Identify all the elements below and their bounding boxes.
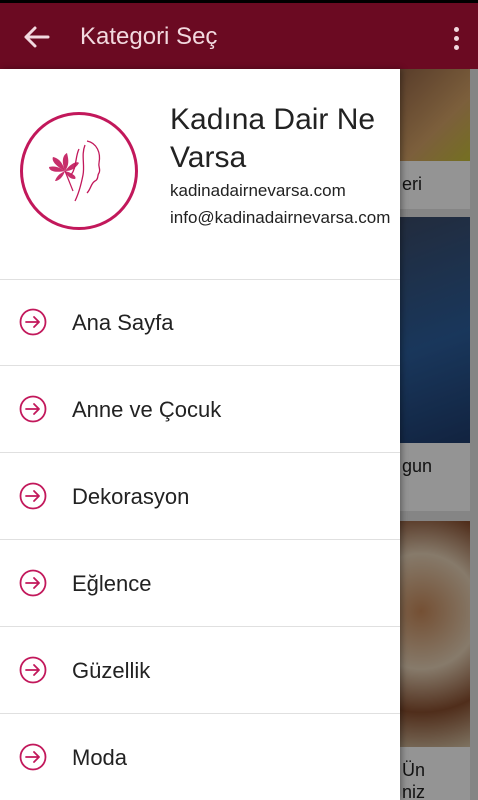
- category-menu: Ana Sayfa Anne ve Çocuk Dekorasyon Eğlen…: [0, 279, 400, 800]
- more-vert-icon[interactable]: [454, 27, 460, 51]
- menu-item-eglence[interactable]: Eğlence: [0, 540, 400, 627]
- arrow-left-icon[interactable]: [22, 25, 50, 49]
- site-name: Kadına Dair Ne Varsa: [170, 103, 376, 174]
- menu-item-label: Güzellik: [72, 658, 151, 683]
- site-email: info@kadinadairnevarsa.com: [170, 208, 391, 227]
- arrow-circle-right-icon: [19, 656, 47, 684]
- app-bar: Kategori Seç: [0, 3, 478, 69]
- menu-item-moda[interactable]: Moda: [0, 714, 400, 800]
- menu-item-ana-sayfa[interactable]: Ana Sayfa: [0, 279, 400, 366]
- menu-item-dekorasyon[interactable]: Dekorasyon: [0, 453, 400, 540]
- arrow-circle-right-icon: [19, 569, 47, 597]
- menu-item-anne-ve-cocuk[interactable]: Anne ve Çocuk: [0, 366, 400, 453]
- menu-item-label: Anne ve Çocuk: [72, 397, 222, 422]
- page-title: Kategori Seç: [80, 23, 218, 50]
- arrow-circle-right-icon: [19, 308, 47, 336]
- site-logo: [20, 112, 138, 230]
- drawer-header: Kadına Dair Ne Varsa kadinadairnevarsa.c…: [0, 69, 400, 280]
- menu-item-label: Ana Sayfa: [72, 310, 174, 335]
- navigation-drawer: Kadına Dair Ne Varsa kadinadairnevarsa.c…: [0, 69, 400, 800]
- menu-item-label: Dekorasyon: [72, 484, 190, 509]
- site-url: kadinadairnevarsa.com: [170, 181, 346, 200]
- arrow-circle-right-icon: [19, 395, 47, 423]
- menu-item-label: Moda: [72, 745, 128, 770]
- menu-item-label: Eğlence: [72, 571, 152, 596]
- lotus-logo-icon: [49, 140, 101, 202]
- arrow-circle-right-icon: [19, 743, 47, 771]
- arrow-circle-right-icon: [19, 482, 47, 510]
- menu-item-guzellik[interactable]: Güzellik: [0, 627, 400, 714]
